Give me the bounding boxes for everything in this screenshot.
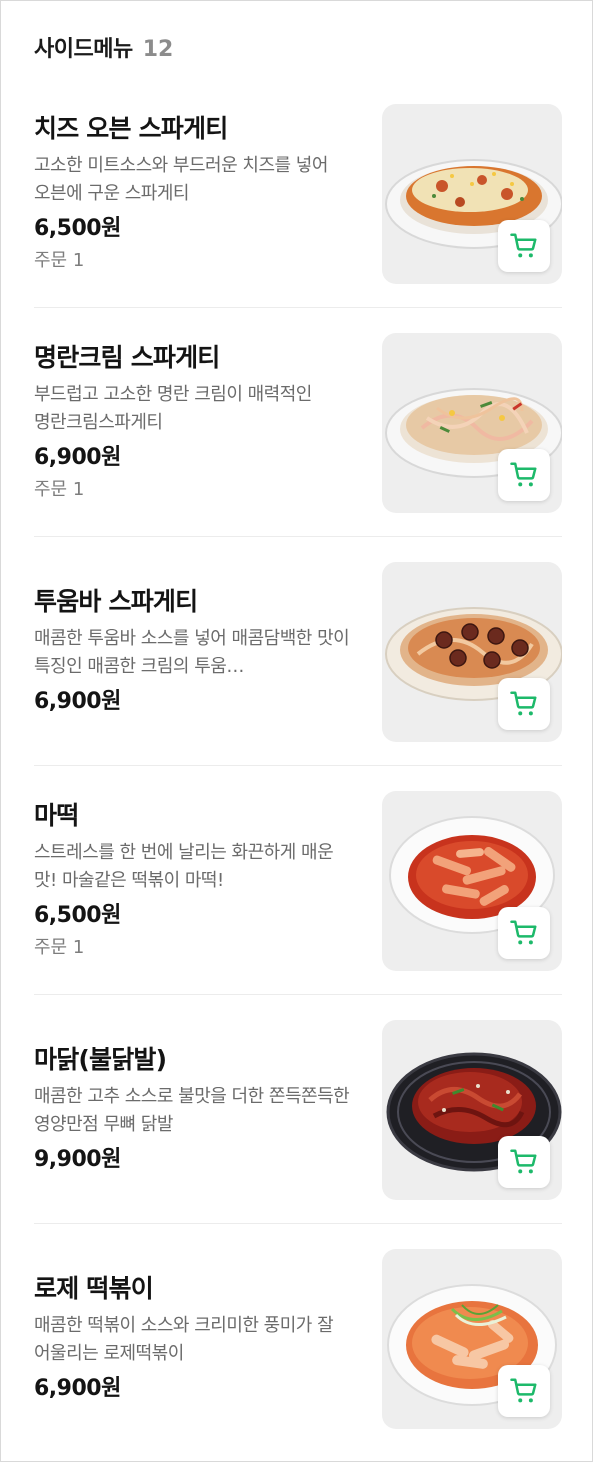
menu-item[interactable]: 마닭(불닭발) 매콤한 고추 소스로 불맛을 더한 쫀득쫀득한 영양만점 무뼈 … bbox=[34, 995, 562, 1224]
menu-item-info: 명란크림 스파게티 부드럽고 고소한 명란 크림이 매력적인 명란크림스파게티 … bbox=[34, 333, 354, 513]
menu-item[interactable]: 명란크림 스파게티 부드럽고 고소한 명란 크림이 매력적인 명란크림스파게티 … bbox=[34, 308, 562, 537]
add-to-cart-button[interactable] bbox=[498, 907, 550, 959]
menu-item-image[interactable] bbox=[382, 1249, 562, 1429]
menu-item-image[interactable] bbox=[382, 1020, 562, 1200]
menu-item-description: 부드럽고 고소한 명란 크림이 매력적인 명란크림스파게티 bbox=[34, 384, 312, 433]
add-to-cart-button[interactable] bbox=[498, 1136, 550, 1188]
menu-item-info: 마떡 스트레스를 한 번에 날리는 화끈하게 매운 맛! 마술같은 떡볶이 마떡… bbox=[34, 791, 354, 971]
cart-icon bbox=[510, 462, 537, 487]
cart-icon bbox=[510, 920, 537, 945]
menu-item-price: 6,500원 bbox=[34, 903, 121, 928]
menu-item-info: 치즈 오븐 스파게티 고소한 미트소스와 부드러운 치즈를 넣어 오븐에 구운 … bbox=[34, 104, 354, 284]
menu-item-info: 투움바 스파게티 매콤한 투움바 소스를 넣어 매콤담백한 맛이 특징인 매콤한… bbox=[34, 562, 354, 742]
menu-item[interactable]: 로제 떡볶이 매콤한 떡볶이 소스와 크리미한 풍미가 잘 어울리는 로제떡볶이… bbox=[34, 1224, 562, 1453]
menu-item-name: 마닭(불닭발) bbox=[34, 1045, 167, 1074]
menu-item-image[interactable] bbox=[382, 562, 562, 742]
add-to-cart-button[interactable] bbox=[498, 1365, 550, 1417]
menu-item-order-count: 주문 1 bbox=[34, 479, 85, 500]
cart-icon bbox=[510, 691, 537, 716]
section-title: 사이드메뉴 bbox=[34, 37, 133, 62]
menu-item-price: 6,900원 bbox=[34, 1376, 121, 1401]
cart-icon bbox=[510, 1378, 537, 1403]
menu-item-order-count: 주문 1 bbox=[34, 250, 85, 271]
add-to-cart-button[interactable] bbox=[498, 220, 550, 272]
menu-item-info: 마닭(불닭발) 매콤한 고추 소스로 불맛을 더한 쫀득쫀득한 영양만점 무뼈 … bbox=[34, 1020, 354, 1200]
menu-item-price: 6,900원 bbox=[34, 445, 121, 470]
menu-item-name: 투움바 스파게티 bbox=[34, 587, 198, 616]
menu-item[interactable]: 마떡 스트레스를 한 번에 날리는 화끈하게 매운 맛! 마술같은 떡볶이 마떡… bbox=[34, 766, 562, 995]
menu-item-description: 고소한 미트소스와 부드러운 치즈를 넣어 오븐에 구운 스파게티 bbox=[34, 155, 328, 204]
cart-icon bbox=[510, 233, 537, 258]
section-count: 12 bbox=[142, 37, 174, 62]
cart-icon bbox=[510, 1149, 537, 1174]
menu-item-name: 마떡 bbox=[34, 801, 79, 830]
menu-list: 치즈 오븐 스파게티 고소한 미트소스와 부드러운 치즈를 넣어 오븐에 구운 … bbox=[34, 79, 562, 1453]
section-header: 사이드메뉴 12 bbox=[34, 31, 173, 65]
menu-item-price: 6,900원 bbox=[34, 689, 121, 714]
menu-item[interactable]: 투움바 스파게티 매콤한 투움바 소스를 넣어 매콤담백한 맛이 특징인 매콤한… bbox=[34, 537, 562, 766]
side-menu-panel: 사이드메뉴 12 치즈 오븐 스파게티 고소한 미트소스와 부드러운 치즈를 넣… bbox=[0, 0, 593, 1462]
menu-item-price: 9,900원 bbox=[34, 1147, 121, 1172]
menu-item-image[interactable] bbox=[382, 104, 562, 284]
menu-item-image[interactable] bbox=[382, 791, 562, 971]
menu-item-order-count: 주문 1 bbox=[34, 937, 85, 958]
add-to-cart-button[interactable] bbox=[498, 449, 550, 501]
menu-item-name: 로제 떡볶이 bbox=[34, 1274, 154, 1303]
menu-item-image[interactable] bbox=[382, 333, 562, 513]
menu-item-price: 6,500원 bbox=[34, 216, 121, 241]
menu-item-description: 매콤한 고추 소스로 불맛을 더한 쫀득쫀득한 영양만점 무뼈 닭발 bbox=[34, 1086, 350, 1135]
menu-item-name: 치즈 오븐 스파게티 bbox=[34, 114, 228, 143]
menu-item-description: 매콤한 떡볶이 소스와 크리미한 풍미가 잘 어울리는 로제떡볶이 bbox=[34, 1315, 334, 1364]
add-to-cart-button[interactable] bbox=[498, 678, 550, 730]
menu-item[interactable]: 치즈 오븐 스파게티 고소한 미트소스와 부드러운 치즈를 넣어 오븐에 구운 … bbox=[34, 79, 562, 308]
menu-item-description: 매콤한 투움바 소스를 넣어 매콤담백한 맛이 특징인 매콤한 크림의 투움… bbox=[34, 628, 350, 677]
menu-item-description: 스트레스를 한 번에 날리는 화끈하게 매운 맛! 마술같은 떡볶이 마떡! bbox=[34, 842, 334, 891]
menu-item-name: 명란크림 스파게티 bbox=[34, 343, 220, 372]
menu-item-info: 로제 떡볶이 매콤한 떡볶이 소스와 크리미한 풍미가 잘 어울리는 로제떡볶이… bbox=[34, 1249, 354, 1429]
